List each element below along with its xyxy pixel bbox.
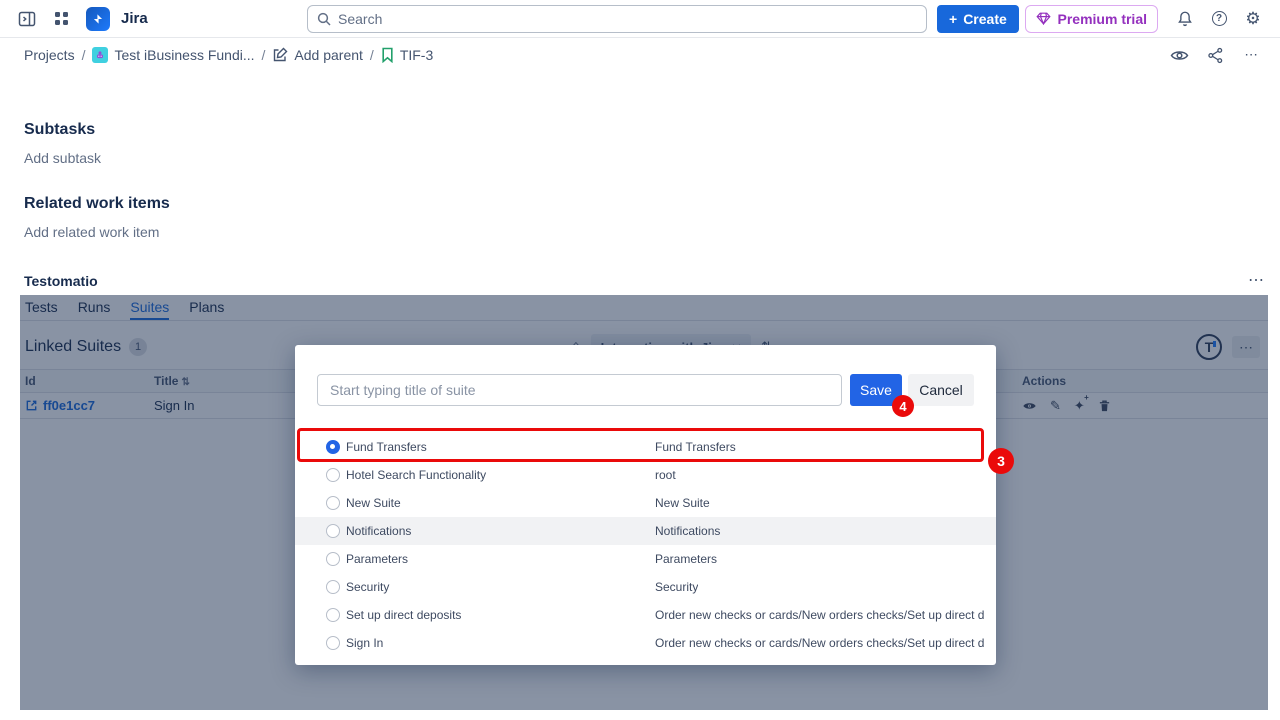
app-title: Jira — [121, 10, 148, 27]
gear-icon: ⚙ — [1245, 10, 1260, 27]
radio-icon[interactable] — [326, 468, 340, 482]
suite-option-direct-deposits[interactable]: Set up direct deposits Order new checks … — [295, 601, 996, 629]
search-input[interactable] — [338, 11, 918, 27]
premium-trial-label: Premium trial — [1058, 11, 1147, 27]
suite-option-label: Sign In — [346, 636, 383, 650]
breadcrumb-separator: / — [82, 47, 86, 63]
suite-option-path: Security — [655, 580, 698, 594]
radio-icon[interactable] — [326, 496, 340, 510]
help-icon: ? — [1212, 11, 1227, 26]
breadcrumb-issue-key[interactable]: TIF-3 — [381, 47, 433, 63]
radio-selected-icon[interactable] — [326, 440, 340, 454]
cancel-button[interactable]: Cancel — [908, 374, 974, 406]
add-related-item-link[interactable]: Add related work item — [24, 224, 1280, 240]
watch-button[interactable] — [1164, 41, 1194, 69]
create-button-label: Create — [963, 11, 1007, 27]
settings-button[interactable]: ⚙ — [1238, 5, 1268, 33]
bell-icon — [1176, 10, 1194, 28]
suite-option-fund-transfers[interactable]: Fund Transfers Fund Transfers — [295, 433, 996, 461]
suite-option-security[interactable]: Security Security — [295, 573, 996, 601]
suite-option-path: Notifications — [655, 524, 720, 538]
suite-option-label: Hotel Search Functionality — [346, 468, 486, 482]
share-button[interactable] — [1200, 41, 1230, 69]
suite-option-path: Order new checks or cards/New orders che… — [655, 608, 985, 622]
radio-icon[interactable] — [326, 524, 340, 538]
breadcrumb-separator: / — [370, 47, 374, 63]
radio-icon[interactable] — [326, 580, 340, 594]
suite-option-path: New Suite — [655, 496, 710, 510]
breadcrumb-separator: / — [262, 47, 266, 63]
annotation-step-3-badge: 3 — [988, 448, 1014, 474]
suite-option-partial[interactable] — [295, 657, 996, 665]
radio-icon[interactable] — [326, 552, 340, 566]
add-parent-link[interactable]: Add parent — [272, 47, 363, 63]
share-icon — [1207, 47, 1224, 64]
premium-trial-button[interactable]: Premium trial — [1025, 5, 1158, 33]
nav-right-group: Premium trial ? ⚙ — [1025, 5, 1268, 33]
sidebar-toggle-icon — [17, 9, 37, 29]
create-button[interactable]: + Create — [937, 5, 1019, 33]
suite-option-parameters[interactable]: Parameters Parameters — [295, 545, 996, 573]
bookmark-icon — [381, 47, 394, 63]
suite-option-label: Fund Transfers — [346, 440, 427, 454]
suite-option-label: Notifications — [346, 524, 411, 538]
suite-option-label: New Suite — [346, 496, 401, 510]
subtasks-heading: Subtasks — [24, 121, 1280, 139]
suite-option-hotel-search[interactable]: Hotel Search Functionality root — [295, 461, 996, 489]
suite-option-label: Parameters — [346, 552, 408, 566]
add-parent-label: Add parent — [294, 47, 363, 63]
suite-option-path: root — [655, 468, 676, 482]
related-items-heading: Related work items — [24, 195, 1280, 213]
plus-icon: + — [949, 11, 957, 27]
project-avatar-icon — [92, 47, 108, 63]
breadcrumb-project[interactable]: Test iBusiness Fundi... — [92, 47, 254, 63]
breadcrumb-project-label: Test iBusiness Fundi... — [114, 47, 254, 63]
ellipsis-icon: ⋯ — [1244, 47, 1257, 63]
suite-title-input[interactable] — [317, 374, 842, 406]
suite-option-new-suite[interactable]: New Suite New Suite — [295, 489, 996, 517]
issue-detail-content: Subtasks Add subtask Related work items … — [0, 121, 1280, 289]
app-switcher-button[interactable] — [46, 5, 76, 33]
suite-option-path: Fund Transfers — [655, 440, 736, 454]
jira-logo-icon[interactable] — [86, 7, 110, 31]
issue-action-buttons: ⋯ — [1164, 41, 1266, 69]
radio-icon[interactable] — [326, 636, 340, 650]
testomatio-more-button[interactable]: ⋯ — [1248, 273, 1264, 289]
annotation-step-4-badge: 4 — [892, 395, 914, 417]
breadcrumb-projects[interactable]: Projects — [24, 47, 75, 63]
testomatio-header-row: Testomatio ⋯ — [24, 273, 1280, 289]
add-subtask-link[interactable]: Add subtask — [24, 150, 1280, 166]
sidebar-toggle-button[interactable] — [12, 5, 42, 33]
modal-toolbar: Save Cancel — [317, 374, 974, 406]
search-icon — [316, 11, 332, 27]
nav-left-group: Jira — [12, 5, 307, 33]
top-navigation-bar: Jira + Create Premium trial — [0, 0, 1280, 38]
testomatio-heading: Testomatio — [24, 273, 98, 289]
suite-option-label: Set up direct deposits — [346, 608, 461, 622]
suite-option-path: Parameters — [655, 552, 717, 566]
suite-option-sign-in[interactable]: Sign In Order new checks or cards/New or… — [295, 629, 996, 657]
suite-option-list: Fund Transfers Fund Transfers Hotel Sear… — [295, 433, 996, 665]
suite-option-path: Order new checks or cards/New orders che… — [655, 636, 985, 650]
notifications-button[interactable] — [1170, 5, 1200, 33]
gem-icon — [1036, 12, 1051, 25]
suite-option-notifications[interactable]: Notifications Notifications — [295, 517, 996, 545]
app-grid-icon — [53, 10, 70, 27]
help-button[interactable]: ? — [1204, 5, 1234, 33]
link-suite-modal: Save Cancel Fund Transfers Fund Transfer… — [295, 345, 996, 665]
breadcrumb: Projects / Test iBusiness Fundi... / Add… — [0, 38, 1280, 72]
edit-icon — [272, 47, 288, 63]
issue-key-label: TIF-3 — [400, 47, 433, 63]
radio-icon[interactable] — [326, 608, 340, 622]
eye-icon — [1170, 49, 1189, 62]
global-search[interactable] — [307, 5, 927, 33]
more-actions-button[interactable]: ⋯ — [1236, 41, 1266, 69]
suite-option-label: Security — [346, 580, 389, 594]
